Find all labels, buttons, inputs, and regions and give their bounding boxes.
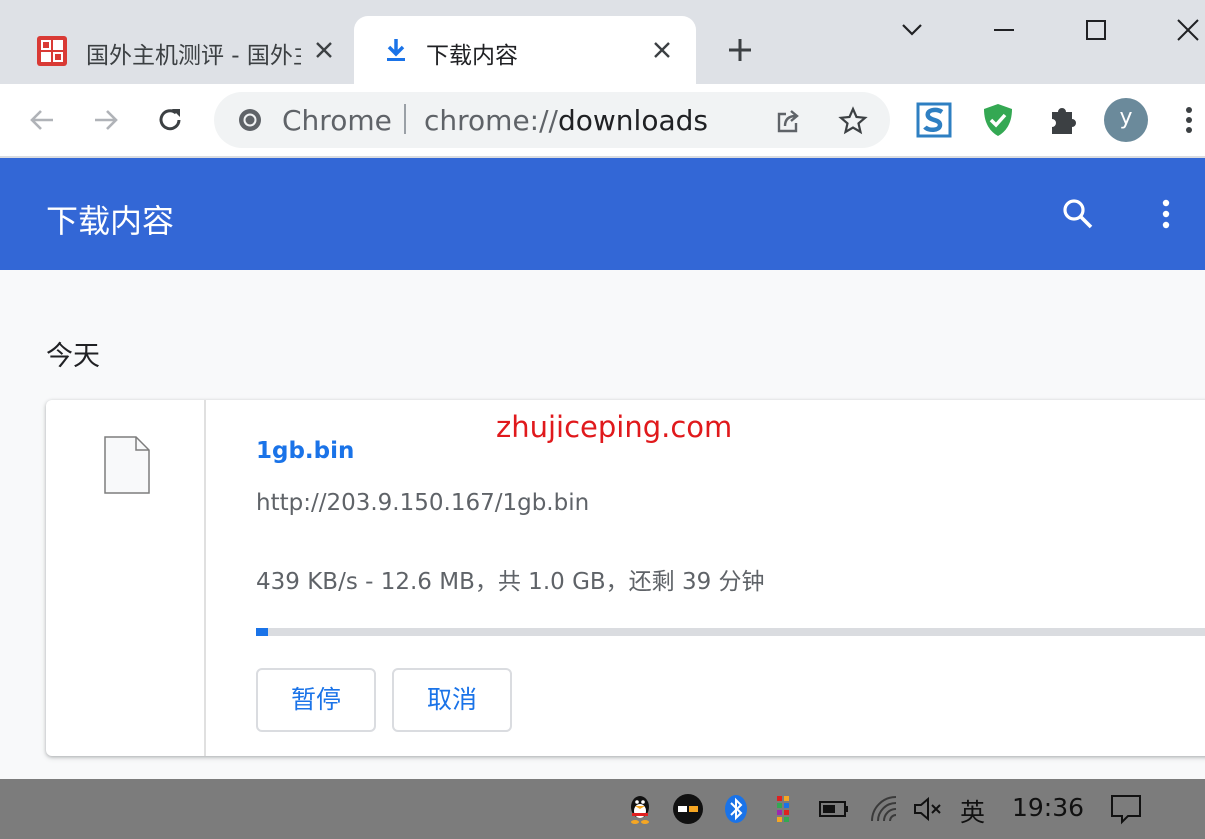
omnibox[interactable]: Chrome chrome://downloads <box>214 92 890 148</box>
bookmark-star-icon[interactable] <box>838 106 868 136</box>
file-name-link[interactable]: 1gb.bin <box>256 438 354 464</box>
search-icon[interactable] <box>1060 196 1096 232</box>
cancel-button[interactable]: 取消 <box>392 668 512 732</box>
avatar[interactable]: y <box>1104 98 1148 142</box>
extensions-puzzle-icon[interactable] <box>1044 102 1080 138</box>
file-icon <box>104 436 150 494</box>
shield-check-icon[interactable] <box>980 102 1016 138</box>
progress-fill <box>256 628 268 636</box>
new-tab-plus-icon[interactable] <box>724 34 756 66</box>
back-arrow-icon[interactable] <box>26 104 58 136</box>
page-title: 下载内容 <box>46 202 175 240</box>
download-status: 439 KB/s - 12.6 MB，共 1.0 GB，还剩 39 分钟 <box>256 569 765 595</box>
download-arrow-icon <box>387 39 405 61</box>
notification-center-icon[interactable] <box>1110 793 1142 825</box>
tab-zhujiceping[interactable]: 国外主机测评 - 国外主机测评 <box>0 16 352 84</box>
volume-muted-icon[interactable] <box>912 793 944 825</box>
more-vert-icon[interactable] <box>1148 196 1184 232</box>
qq-penguin-icon[interactable] <box>624 793 656 825</box>
battery-icon[interactable] <box>818 793 850 825</box>
downloads-header: 下载内容 <box>0 158 1205 270</box>
tab-search-chevron-icon[interactable] <box>896 14 928 46</box>
tab-title: 下载内容 <box>426 43 518 69</box>
app-badge-icon[interactable] <box>672 793 704 825</box>
toolbar: Chrome chrome://downloads y <box>0 84 1205 156</box>
share-icon[interactable] <box>774 106 804 136</box>
date-group-label: 今天 <box>46 341 100 372</box>
ime-indicator[interactable]: 英 <box>960 793 985 829</box>
maximize-icon[interactable] <box>1080 14 1112 46</box>
url-host: downloads <box>557 104 708 137</box>
close-icon[interactable] <box>650 38 674 62</box>
wifi-icon[interactable] <box>868 793 900 825</box>
chrome-logo-icon <box>239 109 261 131</box>
site-seal-icon <box>37 36 67 66</box>
download-card: 1gb.bin http://203.9.150.167/1gb.bin 439… <box>46 400 1205 756</box>
download-progress-bar <box>256 628 1205 636</box>
minimize-icon[interactable] <box>988 14 1020 46</box>
omnibox-url[interactable]: chrome://downloads <box>424 104 708 137</box>
window-close-icon[interactable] <box>1172 14 1204 46</box>
tab-strip: 国外主机测评 - 国外主机测评 下载内容 <box>0 0 1205 84</box>
clock-time[interactable]: 19:36 <box>1012 793 1084 822</box>
file-source-url[interactable]: http://203.9.150.167/1gb.bin <box>256 490 589 516</box>
reload-icon[interactable] <box>154 104 186 136</box>
taskbar: 英 19:36 <box>0 779 1205 839</box>
forward-arrow-icon[interactable] <box>90 104 122 136</box>
watermark-text: zhujiceping.com <box>496 410 733 444</box>
file-icon-area <box>46 400 206 756</box>
bluetooth-icon[interactable] <box>720 793 752 825</box>
pause-button[interactable]: 暂停 <box>256 668 376 732</box>
omnibox-separator <box>404 104 406 134</box>
tab-title: 国外主机测评 - 国外主机测评 <box>86 43 301 69</box>
s-extension-icon[interactable] <box>916 102 952 138</box>
close-icon[interactable] <box>312 38 336 62</box>
more-vert-icon[interactable] <box>1174 102 1205 138</box>
url-scheme: chrome:// <box>424 104 558 137</box>
color-grid-icon[interactable] <box>768 793 800 825</box>
omnibox-chip: Chrome <box>282 104 392 137</box>
tab-downloads[interactable]: 下载内容 <box>354 16 696 84</box>
